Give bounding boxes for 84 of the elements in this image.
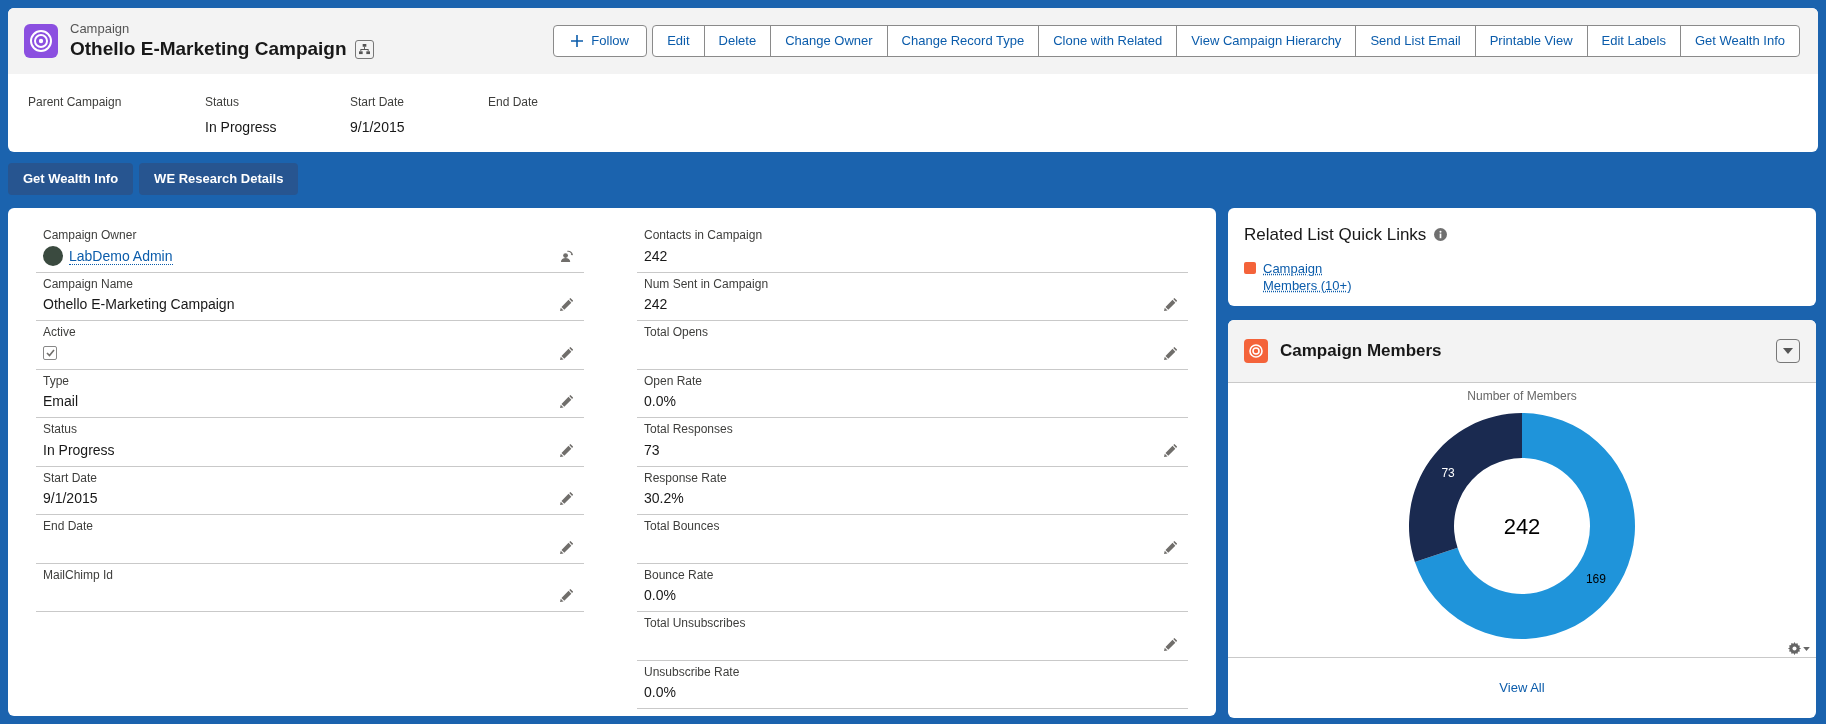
data-label: 73 xyxy=(1441,465,1455,480)
pencil-icon[interactable] xyxy=(560,346,573,360)
field-label: Active xyxy=(43,324,77,340)
field-label: Total Bounces xyxy=(644,518,721,534)
field-label: Open Rate xyxy=(644,372,704,389)
caret-icon xyxy=(1783,348,1793,354)
record-title: Othello E-Marketing Campaign xyxy=(70,37,347,61)
dropdown-button[interactable] xyxy=(1776,339,1800,363)
field-label: Type xyxy=(43,372,70,389)
hierarchy-icon[interactable] xyxy=(354,39,374,59)
field-value: 9/1/2015 xyxy=(43,489,98,508)
field-value: 242 xyxy=(644,295,668,314)
data-label: 169 xyxy=(1585,572,1606,587)
highlight-value: 9/1/2015 xyxy=(350,118,406,137)
action-button[interactable]: Edit Labels xyxy=(1586,26,1680,56)
field-value: 0.0% xyxy=(644,586,676,605)
field-label: Total Opens xyxy=(644,324,710,340)
field-label: Contacts in Campaign xyxy=(644,227,764,243)
campaign-target-icon xyxy=(24,24,58,58)
quick-action-button[interactable]: WE Research Details xyxy=(139,163,299,195)
highlight-label: Start Date xyxy=(350,94,406,111)
field-value: Email xyxy=(43,392,78,411)
related-list-icon xyxy=(1244,261,1256,274)
action-button[interactable]: Clone with Related xyxy=(1038,26,1177,56)
owner-link[interactable]: LabDemo Admin xyxy=(69,247,173,265)
settings-menu[interactable] xyxy=(1788,642,1810,655)
pencil-icon[interactable] xyxy=(1164,346,1177,360)
field-label: Unsubscribe Rate xyxy=(644,663,741,680)
action-button[interactable]: Get Wealth Info xyxy=(1679,26,1799,56)
field-label: Start Date xyxy=(43,469,99,486)
action-button[interactable]: Edit xyxy=(653,26,704,56)
donut-total: 242 xyxy=(1503,514,1541,539)
action-button[interactable]: Change Owner xyxy=(770,26,887,56)
field-label: Total Unsubscribes xyxy=(644,615,747,631)
pencil-icon[interactable] xyxy=(1164,443,1177,457)
pencil-icon[interactable] xyxy=(560,395,573,408)
pencil-icon[interactable] xyxy=(560,298,573,311)
field-label: Status xyxy=(43,421,79,437)
pencil-icon[interactable] xyxy=(560,589,573,602)
change-owner-icon[interactable] xyxy=(560,249,573,263)
field-value: 242 xyxy=(644,246,668,266)
field-label: Campaign Name xyxy=(43,275,135,292)
highlight-label: Parent Campaign xyxy=(28,94,123,111)
action-button[interactable]: Send List Email xyxy=(1355,26,1475,56)
field-label: End Date xyxy=(43,518,95,534)
plus-icon xyxy=(571,35,584,47)
pencil-icon[interactable] xyxy=(1164,540,1177,554)
action-button[interactable]: Delete xyxy=(703,26,771,56)
pencil-icon[interactable] xyxy=(560,540,573,554)
chart-title: Number of Members xyxy=(1467,388,1577,405)
view-all-link[interactable]: View All xyxy=(1499,678,1545,698)
pencil-icon[interactable] xyxy=(560,492,573,505)
action-button[interactable]: Change Record Type xyxy=(886,26,1039,56)
field-label: Campaign Owner xyxy=(43,227,138,243)
action-button[interactable]: Printable View xyxy=(1474,26,1587,56)
info-icon xyxy=(1434,228,1448,242)
field-label: Bounce Rate xyxy=(644,566,715,583)
highlight-label: Status xyxy=(205,94,241,111)
related-list-link[interactable]: Campaign Members (10+) xyxy=(1263,259,1363,294)
follow-button[interactable]: Follow xyxy=(553,25,648,57)
object-type-label: Campaign xyxy=(70,21,131,37)
field-label: Response Rate xyxy=(644,469,728,486)
field-value: 73 xyxy=(644,440,660,460)
pencil-icon[interactable] xyxy=(1164,298,1177,311)
card-title: Campaign Members xyxy=(1280,340,1442,363)
avatar xyxy=(43,246,63,266)
campaign-members-icon xyxy=(1244,339,1268,363)
field-label: Total Responses xyxy=(644,421,734,437)
field-label: MailChimp Id xyxy=(43,566,115,583)
field-value: In Progress xyxy=(43,440,115,460)
field-value: 0.0% xyxy=(644,683,676,702)
field-label: Num Sent in Campaign xyxy=(644,275,770,292)
action-button[interactable]: View Campaign Hierarchy xyxy=(1176,26,1356,56)
field-value: Othello E-Marketing Campaign xyxy=(43,295,235,314)
pencil-icon[interactable] xyxy=(1164,637,1177,651)
caret-icon xyxy=(1803,646,1810,651)
card-title: Related List Quick Links xyxy=(1244,224,1427,246)
field-value: 0.0% xyxy=(644,392,676,411)
pencil-icon[interactable] xyxy=(560,443,573,457)
settings-icon xyxy=(1788,642,1801,655)
highlight-label: End Date xyxy=(488,94,540,111)
field-value: 30.2% xyxy=(644,489,684,508)
quick-action-button[interactable]: Get Wealth Info xyxy=(8,163,134,195)
highlight-value: In Progress xyxy=(205,118,278,137)
